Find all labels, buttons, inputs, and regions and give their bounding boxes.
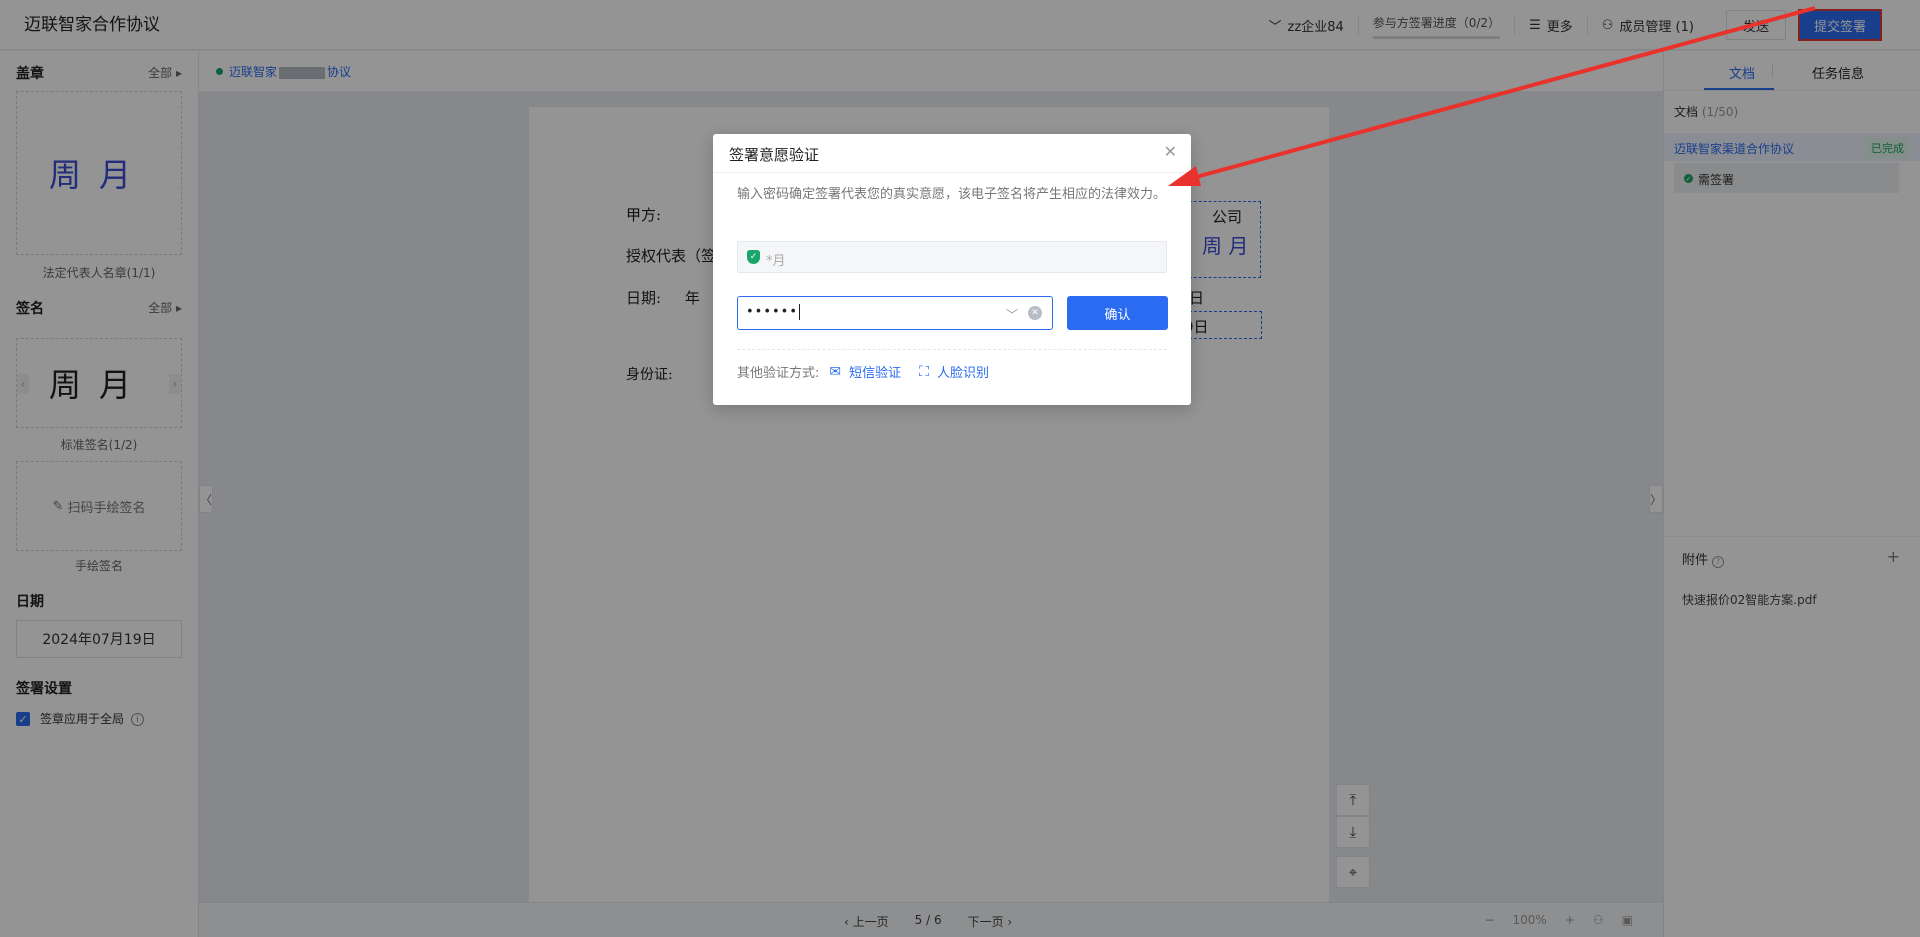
signer-name: *月	[766, 254, 786, 269]
close-icon[interactable]: ✕	[1164, 142, 1177, 161]
other-verification-methods: 其他验证方式: ✉ 短信验证 ⛶ 人脸识别	[737, 362, 1007, 382]
shield-check-icon: ✓	[747, 250, 760, 264]
face-scan-icon: ⛶	[919, 363, 929, 380]
mail-icon: ✉	[829, 363, 842, 380]
password-input[interactable]: •••••• ﹀ ✕	[737, 296, 1053, 330]
eye-closed-icon[interactable]: ﹀	[1006, 306, 1018, 323]
clear-icon[interactable]: ✕	[1028, 306, 1042, 320]
sms-verify-link[interactable]: ✉ 短信验证	[829, 362, 901, 382]
confirm-button[interactable]: 确认	[1067, 296, 1168, 330]
dialog-title: 签署意愿验证	[729, 146, 820, 164]
face-recognition-link[interactable]: ⛶ 人脸识别	[919, 362, 989, 382]
password-value: ••••••	[746, 304, 801, 320]
other-methods-label: 其他验证方式:	[737, 366, 820, 381]
dashed-divider	[737, 349, 1167, 350]
sign-intent-dialog: 签署意愿验证 ✕ 输入密码确定签署代表您的真实意愿，该电子签名将产生相应的法律效…	[713, 134, 1191, 405]
signer-name-field: ✓ *月	[737, 241, 1167, 273]
text-caret	[799, 304, 801, 320]
dialog-divider	[713, 172, 1191, 173]
dialog-description: 输入密码确定签署代表您的真实意愿，该电子签名将产生相应的法律效力。	[737, 187, 1167, 202]
